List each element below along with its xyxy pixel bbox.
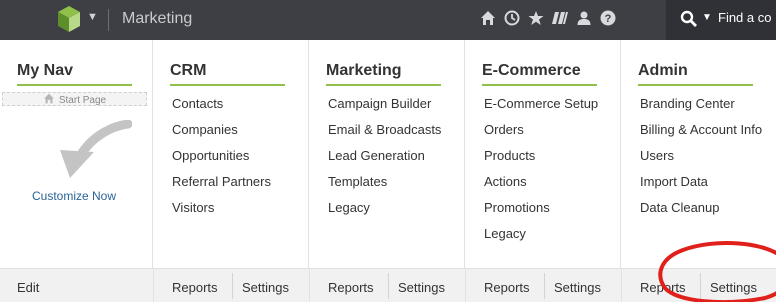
divider xyxy=(309,269,310,302)
menu-list: Contacts Companies Opportunities Referra… xyxy=(172,96,271,226)
column-rule xyxy=(482,84,597,86)
search-box[interactable]: ▼ Find a co xyxy=(666,0,776,40)
menu-item-users[interactable]: Users xyxy=(640,148,762,174)
search-input[interactable]: Find a co xyxy=(718,10,771,25)
menu-item-opportunities[interactable]: Opportunities xyxy=(172,148,271,174)
start-page-label: Start Page xyxy=(58,95,107,106)
edit-button[interactable]: Edit xyxy=(17,280,39,295)
e-commerce-reports-button[interactable]: Reports xyxy=(484,280,530,295)
menu-item-products[interactable]: Products xyxy=(484,148,598,174)
column-marketing: Marketing Campaign Builder Email & Broad… xyxy=(309,40,465,268)
divider xyxy=(232,273,233,299)
menu-item-promotions[interactable]: Promotions xyxy=(484,200,598,226)
menu-list: Campaign Builder Email & Broadcasts Lead… xyxy=(328,96,441,226)
column-rule xyxy=(17,84,132,86)
divider xyxy=(544,273,545,299)
search-options-chevron-down-icon[interactable]: ▼ xyxy=(702,12,712,23)
divider xyxy=(388,273,389,299)
menu-list: E-Commerce Setup Orders Products Actions… xyxy=(484,96,598,252)
column-e-commerce: E-Commerce E-Commerce Setup Orders Produ… xyxy=(465,40,621,268)
menu-item-data-cleanup[interactable]: Data Cleanup xyxy=(640,200,762,226)
menu-item-email-broadcasts[interactable]: Email & Broadcasts xyxy=(328,122,441,148)
menu-item-e-commerce-setup[interactable]: E-Commerce Setup xyxy=(484,96,598,122)
menu-item-orders[interactable]: Orders xyxy=(484,122,598,148)
search-icon[interactable] xyxy=(680,10,698,28)
curved-arrow-icon xyxy=(60,120,132,178)
menu-item-import-data[interactable]: Import Data xyxy=(640,174,762,200)
column-rule xyxy=(326,84,441,86)
divider xyxy=(621,269,622,302)
column-title: Admin xyxy=(638,62,688,79)
menu-item-legacy[interactable]: Legacy xyxy=(328,200,441,226)
menu-item-referral-partners[interactable]: Referral Partners xyxy=(172,174,271,200)
divider xyxy=(108,9,109,31)
column-title: E-Commerce xyxy=(482,62,581,79)
svg-text:?: ? xyxy=(605,13,612,25)
column-rule xyxy=(638,84,753,86)
app-logo-icon[interactable] xyxy=(58,6,80,32)
menu-item-templates[interactable]: Templates xyxy=(328,174,441,200)
customize-now-link[interactable]: Customize Now xyxy=(32,189,116,203)
menu-item-actions[interactable]: Actions xyxy=(484,174,598,200)
quick-icons: ? xyxy=(480,10,616,26)
app-menu-chevron-down-icon[interactable]: ▼ xyxy=(87,11,98,23)
column-title: CRM xyxy=(170,62,207,79)
menu-item-visitors[interactable]: Visitors xyxy=(172,200,271,226)
start-page-slot[interactable]: Start Page xyxy=(2,92,147,106)
home-icon[interactable] xyxy=(480,10,496,26)
menu-list: Branding Center Billing & Account Info U… xyxy=(640,96,762,226)
menu-item-contacts[interactable]: Contacts xyxy=(172,96,271,122)
divider xyxy=(153,269,154,302)
star-icon[interactable] xyxy=(528,10,544,26)
menu-item-lead-generation[interactable]: Lead Generation xyxy=(328,148,441,174)
column-title: My Nav xyxy=(17,62,74,79)
clock-icon[interactable] xyxy=(504,10,520,26)
menu-item-billing-account-info[interactable]: Billing & Account Info xyxy=(640,122,762,148)
marketing-settings-button[interactable]: Settings xyxy=(398,280,445,295)
column-rule xyxy=(170,84,285,86)
menu-item-campaign-builder[interactable]: Campaign Builder xyxy=(328,96,441,122)
divider xyxy=(465,269,466,302)
column-title: Marketing xyxy=(326,62,402,79)
column-crm: CRM Contacts Companies Opportunities Ref… xyxy=(153,40,309,268)
menu-item-legacy[interactable]: Legacy xyxy=(484,226,598,252)
help-icon[interactable]: ? xyxy=(600,10,616,26)
top-nav-bar: ▼ Marketing ? ▼ Find a co xyxy=(0,0,776,40)
menu-item-branding-center[interactable]: Branding Center xyxy=(640,96,762,122)
column-admin: Admin Branding Center Billing & Account … xyxy=(621,40,776,268)
app-title[interactable]: Marketing xyxy=(122,10,192,28)
puzzle-icon[interactable] xyxy=(552,10,568,26)
crm-reports-button[interactable]: Reports xyxy=(172,280,218,295)
crm-settings-button[interactable]: Settings xyxy=(242,280,289,295)
e-commerce-settings-button[interactable]: Settings xyxy=(554,280,601,295)
column-my-nav: My Nav Start Page Customize Now xyxy=(0,40,153,268)
marketing-reports-button[interactable]: Reports xyxy=(328,280,374,295)
menu-item-companies[interactable]: Companies xyxy=(172,122,271,148)
home-icon xyxy=(44,93,54,104)
highlight-circle-annotation xyxy=(658,241,776,302)
user-icon[interactable] xyxy=(576,10,592,26)
